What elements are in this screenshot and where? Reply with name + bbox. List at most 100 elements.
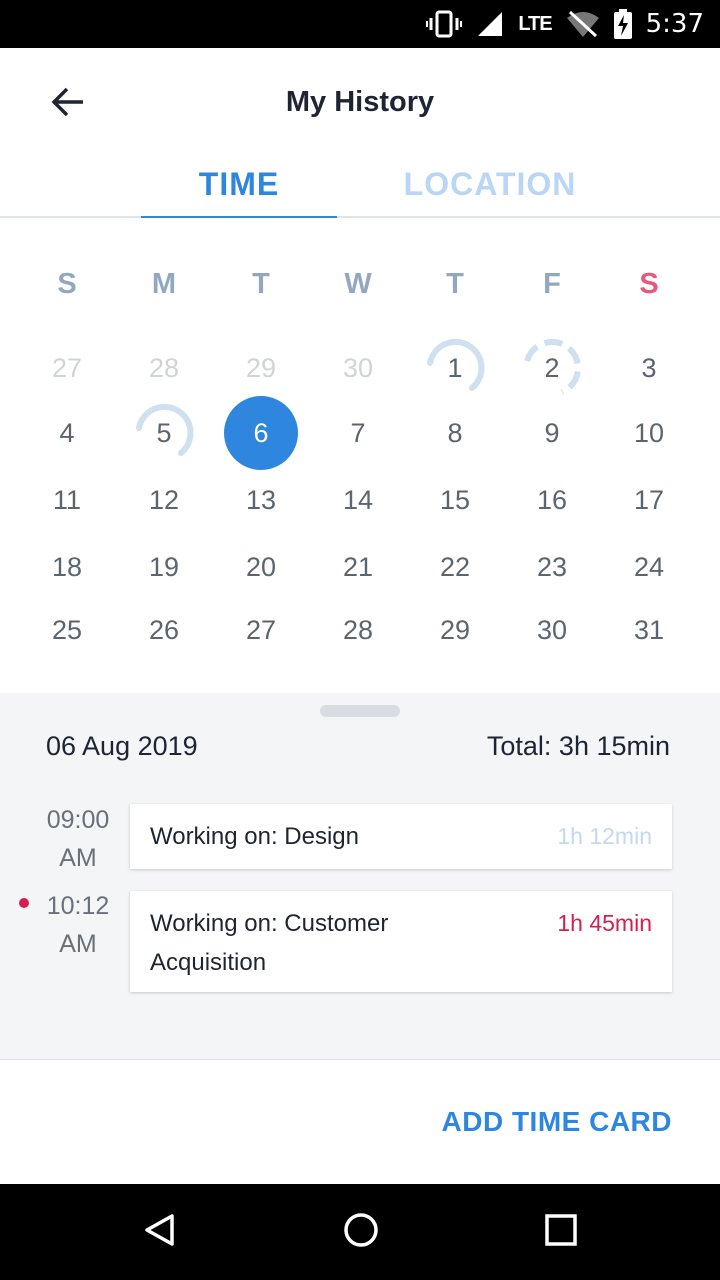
entry-label: Working on: Customer [150, 910, 389, 937]
day-number: 9 [544, 417, 560, 448]
calendar-day[interactable]: 22 [422, 534, 488, 600]
system-nav-bar [0, 1184, 720, 1280]
clock: 5:37 [645, 9, 704, 39]
entry-duration: 1h 12min [557, 823, 652, 849]
day-number: 28 [148, 352, 180, 383]
calendar-day[interactable]: 30 [519, 597, 585, 663]
calendar-day[interactable]: 30 [325, 335, 391, 401]
calendar-day[interactable]: 3 [616, 335, 682, 401]
calendar-day[interactable]: 1 [422, 335, 488, 401]
entry-start-time: 10:12 AM [30, 887, 126, 963]
entry-start-time: 09:00 AM [30, 801, 126, 877]
day-number: 4 [59, 417, 75, 448]
day-number: 3 [641, 352, 657, 383]
day-number: 8 [447, 417, 463, 448]
calendar-day[interactable]: 28 [131, 335, 197, 401]
calendar-day[interactable]: 26 [131, 597, 197, 663]
calendar-day[interactable]: 9 [519, 400, 585, 466]
calendar-day[interactable]: 25 [34, 597, 100, 663]
time-entry-card[interactable]: Working on: Customer Acquisition 1h 45mi… [130, 891, 672, 992]
day-number: 27 [51, 352, 83, 383]
entry-label: Working on: Design [150, 823, 359, 850]
calendar: S M T W T F S 27 28 29 30 1 2 3 4 5 6 7 8 9 10 11 12 13 14 15 16 17… [0, 218, 720, 693]
calendar-day[interactable]: 17 [616, 467, 682, 533]
calendar-day[interactable]: 29 [422, 597, 488, 663]
weekday-header: T [252, 268, 270, 300]
signal-icon [476, 10, 504, 38]
add-time-card-button[interactable]: ADD TIME CARD [442, 1106, 673, 1138]
nav-home-button[interactable] [337, 1208, 385, 1256]
calendar-day[interactable]: 23 [519, 534, 585, 600]
day-number: 29 [439, 614, 471, 645]
day-number: 6 [253, 417, 269, 448]
weekday-header: S [57, 268, 77, 300]
time-entry-card[interactable]: Working on: Design 1h 12min [130, 804, 672, 869]
tab-bar: TIME LOCATION [0, 158, 720, 220]
calendar-day[interactable]: 27 [228, 597, 294, 663]
entry-time-value: 10:12 [46, 892, 110, 920]
day-number: 14 [342, 484, 374, 515]
vibrate-icon [426, 10, 463, 38]
day-number: 28 [342, 614, 374, 645]
calendar-day[interactable]: 15 [422, 467, 488, 533]
weekday-header: F [543, 268, 561, 300]
day-number: 23 [536, 551, 568, 582]
day-number: 11 [52, 484, 82, 515]
day-number: 29 [245, 352, 277, 383]
calendar-day[interactable]: 14 [325, 467, 391, 533]
weekday-header: M [151, 268, 177, 300]
calendar-day[interactable]: 10 [616, 400, 682, 466]
calendar-day[interactable]: 28 [325, 597, 391, 663]
calendar-day[interactable]: 13 [228, 467, 294, 533]
calendar-day[interactable]: 12 [131, 467, 197, 533]
entry-label-line2: Acquisition [150, 949, 267, 976]
calendar-day[interactable]: 4 [34, 400, 100, 466]
day-number: 5 [156, 417, 172, 448]
page-title: My History [285, 86, 435, 118]
day-number: 15 [439, 484, 471, 515]
calendar-day[interactable]: 24 [616, 534, 682, 600]
day-number: 30 [342, 352, 374, 383]
calendar-day[interactable]: 21 [325, 534, 391, 600]
nav-recents-button[interactable] [537, 1208, 585, 1256]
sheet-drag-handle[interactable] [320, 705, 400, 717]
day-number: 16 [536, 484, 568, 515]
status-bar: LTE 5:37 [0, 0, 720, 48]
day-number: 19 [148, 551, 180, 582]
day-number: 1 [447, 352, 463, 383]
entry-time-meridiem: AM [59, 930, 97, 958]
weekday-header: S [639, 268, 659, 300]
calendar-day[interactable]: 8 [422, 400, 488, 466]
day-number: 21 [342, 551, 374, 582]
calendar-day[interactable]: 2 [519, 335, 585, 401]
calendar-day[interactable]: 7 [325, 400, 391, 466]
day-number: 2 [544, 352, 560, 383]
day-number: 31 [633, 614, 665, 645]
tab-location[interactable]: LOCATION [390, 166, 590, 218]
calendar-day-selected[interactable]: 6 [224, 396, 298, 470]
day-number: 17 [633, 484, 665, 515]
nav-back-button[interactable] [136, 1208, 184, 1256]
tab-time[interactable]: TIME [141, 166, 337, 220]
calendar-day[interactable]: 29 [228, 335, 294, 401]
calendar-day[interactable]: 18 [34, 534, 100, 600]
calendar-day[interactable]: 5 [131, 400, 197, 466]
calendar-day[interactable]: 11 [34, 467, 100, 533]
day-detail-sheet: 06 Aug 2019 Total: 3h 15min 09:00 AM Wor… [0, 693, 720, 1059]
day-number: 7 [350, 417, 366, 448]
entry-duration: 1h 45min [557, 910, 652, 936]
calendar-day[interactable]: 27 [34, 335, 100, 401]
day-number: 26 [148, 614, 180, 645]
calendar-day[interactable]: 20 [228, 534, 294, 600]
square-recents-icon [544, 1213, 578, 1252]
calendar-day[interactable]: 31 [616, 597, 682, 663]
active-indicator-dot [19, 898, 29, 908]
selected-date: 06 Aug 2019 [46, 731, 198, 761]
network-type: LTE [518, 12, 552, 35]
calendar-day[interactable]: 16 [519, 467, 585, 533]
calendar-day[interactable]: 19 [131, 534, 197, 600]
entry-time-value: 09:00 [46, 806, 110, 834]
day-number: 13 [245, 484, 277, 515]
weekday-header: W [344, 268, 372, 300]
day-number: 20 [245, 551, 277, 582]
